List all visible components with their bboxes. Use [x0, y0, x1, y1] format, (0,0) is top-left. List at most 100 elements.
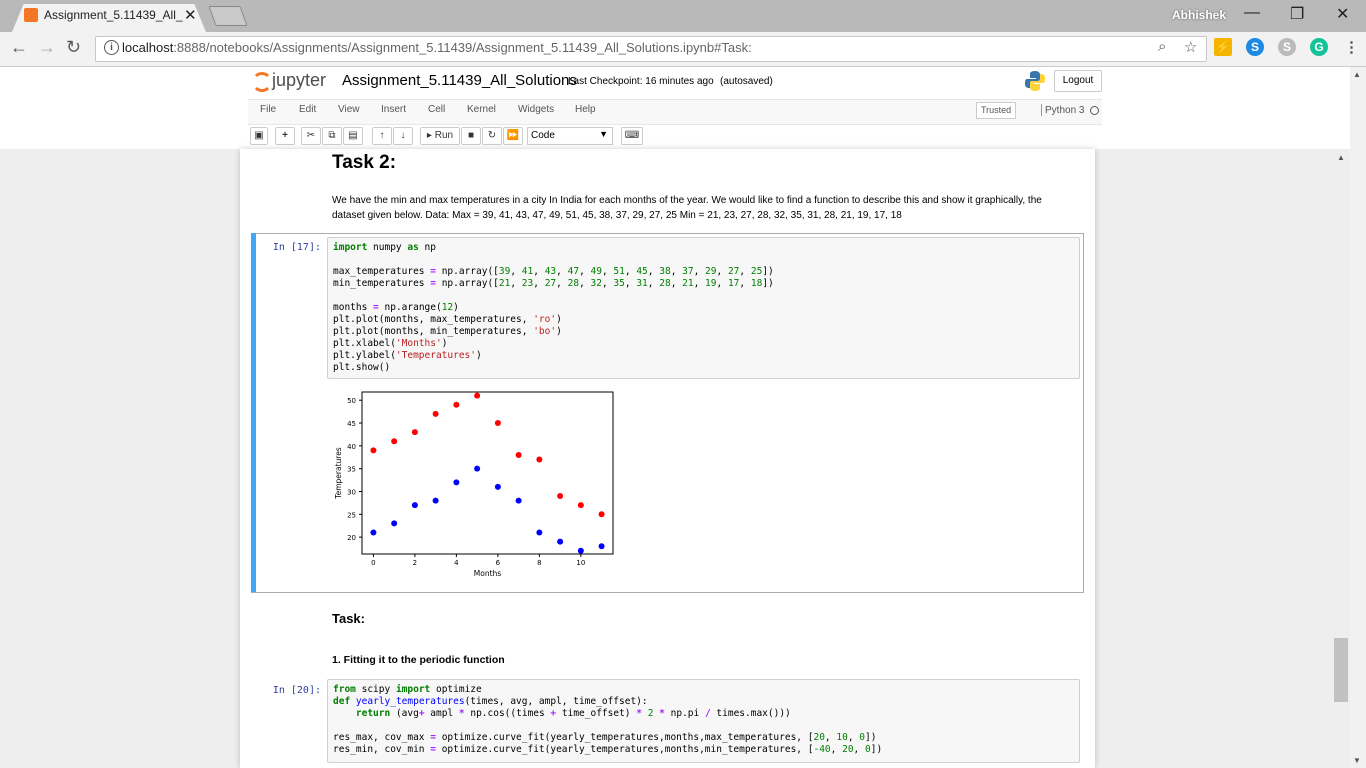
notebook-scroll-thumb[interactable] — [1334, 638, 1348, 702]
min-temperature-point — [494, 483, 501, 490]
menu-insert[interactable]: Insert — [381, 104, 406, 115]
jupyter-logo-icon[interactable] — [252, 72, 272, 92]
task2-heading: Task 2: — [332, 152, 397, 173]
run-label: Run — [434, 130, 454, 141]
task2-description: We have the min and max temperatures in … — [332, 195, 1042, 221]
y-tick-label: 20 — [347, 534, 356, 542]
grammarly-extension-icon[interactable]: G — [1310, 38, 1328, 56]
fast-forward-icon[interactable]: ⏩ — [503, 127, 523, 145]
menu-cell[interactable]: Cell — [428, 104, 445, 115]
code-input-17[interactable]: import numpy as np max_temperatures = np… — [327, 237, 1080, 379]
menu-widgets[interactable]: Widgets — [518, 104, 554, 115]
menu-kebab-icon[interactable]: ⋮ — [1344, 38, 1359, 56]
restart-icon[interactable]: ↻ — [482, 127, 502, 145]
menu-bar — [248, 99, 1102, 125]
minimize-icon[interactable]: — — [1244, 4, 1260, 22]
x-axis-label: Months — [474, 569, 502, 578]
tab-title: Assignment_5.11439_All_ — [44, 8, 183, 22]
y-tick-label: 50 — [347, 397, 356, 405]
page-scrollbar[interactable] — [1350, 67, 1366, 768]
paste-icon[interactable]: ▤ — [343, 127, 363, 145]
x-tick-label: 6 — [496, 559, 501, 567]
x-tick-label: 10 — [576, 559, 585, 567]
max-temperature-point — [557, 493, 564, 500]
url-text[interactable]: localhost:8888/notebooks/Assignments/Ass… — [122, 40, 752, 55]
copy-icon[interactable]: ⧉ — [322, 127, 342, 145]
max-temperature-point — [453, 401, 460, 408]
kernel-idle-icon — [1090, 106, 1099, 115]
logout-button[interactable]: Logout — [1054, 70, 1102, 92]
menu-edit[interactable]: Edit — [299, 104, 316, 115]
zoom-icon[interactable]: ⌕ — [1158, 38, 1166, 55]
notebook-scroll-up-icon[interactable]: ▲ — [1337, 153, 1345, 162]
max-temperature-point — [577, 502, 584, 509]
reload-icon[interactable]: ↻ — [66, 37, 81, 58]
min-temperature-point — [515, 497, 522, 504]
restore-icon[interactable]: ❐ — [1290, 4, 1304, 24]
new-tab-button[interactable] — [208, 6, 248, 26]
code-text-20: from scipy import optimize def yearly_te… — [333, 684, 883, 755]
menu-help[interactable]: Help — [575, 104, 596, 115]
skype-extension-icon[interactable]: S — [1246, 38, 1264, 56]
menu-file[interactable]: File — [260, 104, 276, 115]
x-tick-label: 8 — [537, 559, 541, 567]
url-path: :8888/notebooks/Assignments/Assignment_5… — [173, 40, 752, 55]
kernel-separator — [1041, 104, 1042, 116]
temperature-scatter-plot: 20 25 30 35 40 45 50 0 2 4 6 8 10 Months Temperatures — [334, 391, 614, 578]
kernel-name: Python 3 — [1045, 105, 1085, 116]
cell-selection-bar — [251, 233, 256, 592]
x-tick-label: 2 — [413, 559, 417, 567]
y-tick-label: 25 — [347, 511, 356, 519]
move-up-icon[interactable]: ↑ — [372, 127, 392, 145]
cut-icon[interactable]: ✂ — [301, 127, 321, 145]
scroll-up-arrow-icon[interactable]: ▲ — [1353, 70, 1361, 79]
cell-prompt-20: In [20]: — [272, 685, 321, 696]
insert-cell-icon[interactable]: + — [275, 127, 295, 145]
max-temperature-point — [411, 429, 418, 436]
min-temperature-point — [370, 529, 377, 536]
code-text-17: import numpy as np max_temperatures = np… — [333, 242, 774, 373]
chevron-down-icon: ▼ — [599, 129, 608, 139]
menu-view[interactable]: View — [338, 104, 360, 115]
extension-icon[interactable]: ⚡ — [1214, 38, 1232, 56]
max-temperature-point — [515, 451, 522, 458]
save-icon[interactable]: ▣ — [250, 127, 268, 145]
back-arrow-icon[interactable]: ← — [10, 37, 28, 58]
menu-kernel[interactable]: Kernel — [467, 104, 496, 115]
tab-close-icon[interactable]: ✕ — [184, 6, 197, 24]
fitting-heading: 1. Fitting it to the periodic function — [332, 654, 505, 666]
trusted-indicator[interactable]: Trusted — [976, 102, 1017, 119]
x-tick-label: 0 — [371, 559, 375, 567]
code-input-20[interactable]: from scipy import optimize def yearly_te… — [327, 679, 1080, 763]
jupyter-logo-text[interactable]: jupyter — [272, 70, 326, 91]
info-icon[interactable]: i — [104, 40, 119, 55]
max-temperature-point — [370, 447, 377, 454]
scroll-down-arrow-icon[interactable]: ▼ — [1353, 756, 1361, 765]
cell-type-select[interactable]: Code ▼ — [527, 127, 613, 145]
y-axis-label: Temperatures — [334, 447, 343, 500]
forward-arrow-icon[interactable]: → — [38, 37, 56, 58]
plot-frame — [361, 391, 614, 555]
keyboard-icon[interactable]: ⌨ — [621, 127, 643, 145]
max-temperature-point — [432, 410, 439, 417]
min-temperature-point — [391, 520, 398, 527]
window-user-name: Abhishek — [1172, 8, 1227, 22]
browser-titlebar — [0, 0, 1366, 32]
move-down-icon[interactable]: ↓ — [393, 127, 413, 145]
skype-gray-extension-icon[interactable]: S — [1278, 38, 1296, 56]
cell-prompt-17: In [17]: — [272, 242, 321, 253]
max-temperature-point — [598, 511, 605, 518]
task-heading: Task: — [332, 611, 365, 626]
y-tick-label: 30 — [347, 488, 356, 496]
close-window-icon[interactable]: ✕ — [1336, 4, 1349, 24]
bookmark-star-icon[interactable]: ☆ — [1184, 38, 1197, 56]
max-temperature-point — [494, 420, 501, 427]
min-temperature-point — [474, 465, 481, 472]
min-temperature-point — [453, 479, 460, 486]
notebook-name[interactable]: Assignment_5.11439_All_Solutions — [342, 72, 577, 89]
run-button[interactable]: ▸ Run — [420, 127, 460, 145]
y-tick-label: 45 — [347, 420, 356, 428]
autosave-status: (autosaved) — [720, 76, 773, 87]
stop-icon[interactable]: ■ — [461, 127, 481, 145]
max-temperature-point — [474, 392, 481, 399]
